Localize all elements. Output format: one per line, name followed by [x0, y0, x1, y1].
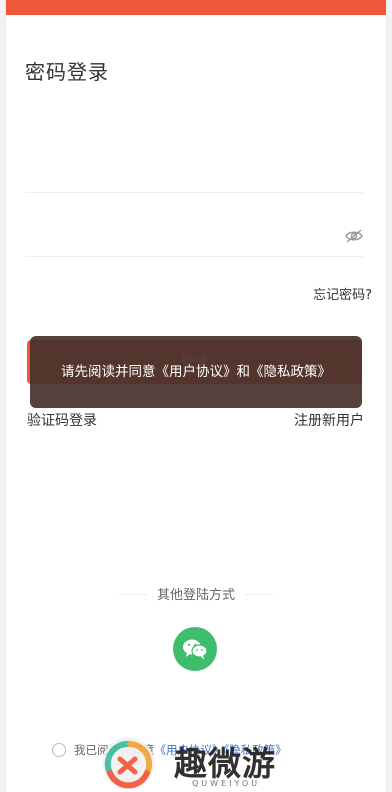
- status-bar: [6, 0, 386, 15]
- password-field[interactable]: [25, 256, 363, 257]
- quweiyou-logo-icon: [102, 737, 155, 790]
- forgot-password-link[interactable]: 忘记密码?: [313, 284, 372, 303]
- username-field[interactable]: [25, 192, 363, 193]
- agreement-radio[interactable]: [52, 743, 66, 757]
- wechat-login-button[interactable]: [173, 627, 217, 671]
- watermark-brand: 趣微游: [174, 744, 276, 783]
- toast-message: 请先阅读并同意《用户协议》和《隐私政策》: [30, 336, 362, 408]
- register-link[interactable]: 注册新用户: [294, 410, 364, 430]
- eye-off-icon[interactable]: [344, 228, 364, 244]
- wechat-icon: [183, 639, 208, 660]
- other-login-text: 其他登陆方式: [156, 588, 235, 603]
- other-login-label: 其他登陆方式: [0, 584, 392, 603]
- toast-text: 请先阅读并同意《用户协议》和《隐私政策》: [61, 364, 331, 380]
- code-login-link[interactable]: 验证码登录: [27, 410, 97, 430]
- page-title: 密码登录: [25, 60, 109, 84]
- watermark: 趣微游 QUWEIYOU: [100, 735, 300, 792]
- watermark-sub: QUWEIYOU: [192, 779, 261, 788]
